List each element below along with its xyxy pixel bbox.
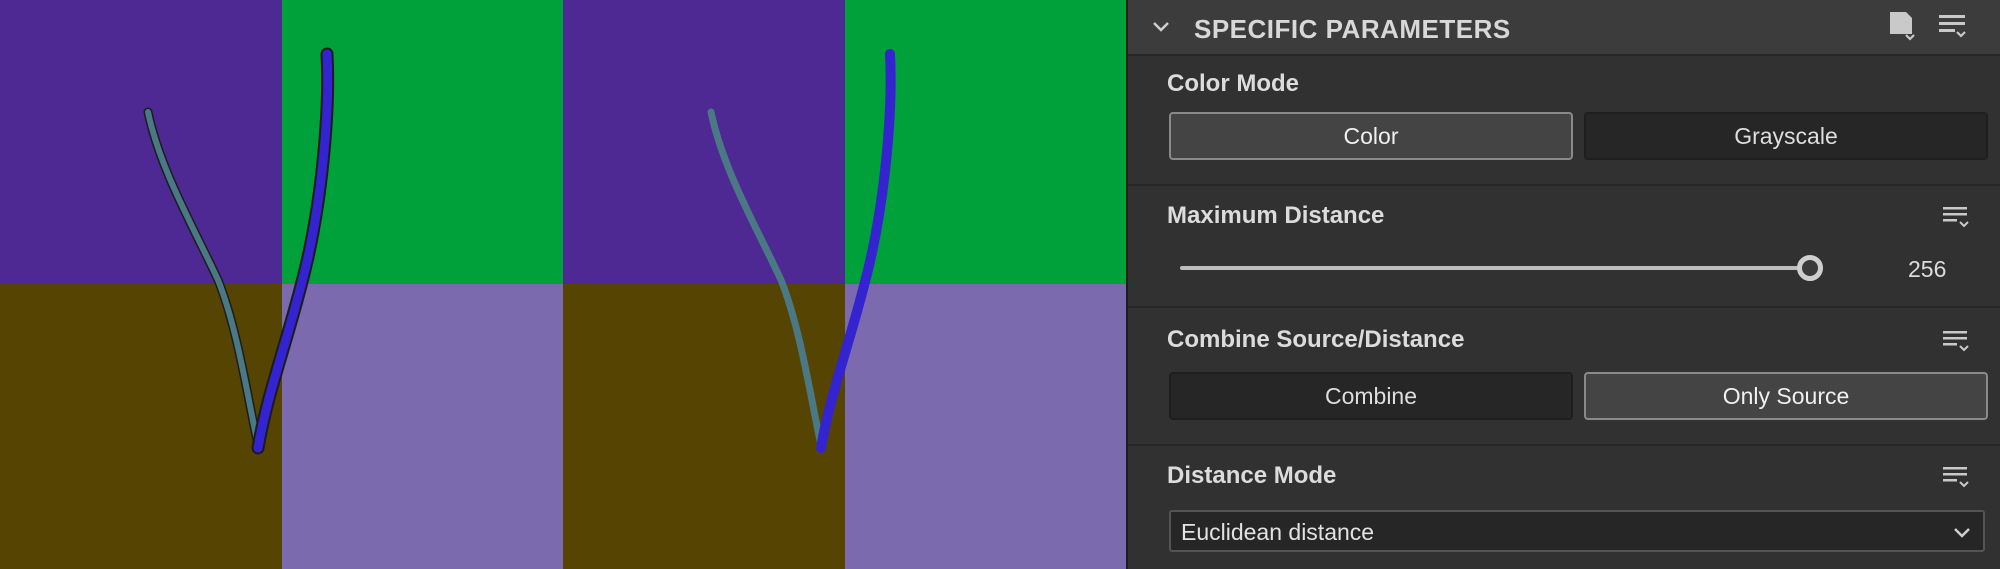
section-combine: Combine Source/Distance Combine Only Sou… [1128, 308, 2000, 446]
color-mode-color-button[interactable]: Color [1169, 112, 1573, 160]
chevron-down-icon[interactable] [1150, 16, 1172, 38]
stroke-blue [253, 49, 333, 453]
color-mode-grayscale-button[interactable]: Grayscale [1584, 112, 1988, 160]
panel-header[interactable]: SPECIFIC PARAMETERS [1128, 0, 2000, 56]
combine-label: Combine Source/Distance [1167, 326, 1465, 353]
color-mode-label: Color Mode [1167, 70, 1299, 97]
panel-title: SPECIFIC PARAMETERS [1194, 14, 1511, 44]
maximum-distance-label: Maximum Distance [1167, 202, 1385, 229]
section-maximum-distance: Maximum Distance [1128, 186, 2000, 308]
document-preset-icon[interactable] [1884, 8, 1920, 44]
stroke-blue [816, 49, 896, 453]
maximum-distance-slider-track[interactable] [1180, 266, 1800, 270]
strokes-right [707, 49, 896, 453]
parameters-panel: SPECIFIC PARAMETERS Color Mode Color Gra… [1128, 0, 2000, 569]
list-menu-icon[interactable] [1935, 8, 1971, 44]
maximum-distance-value[interactable]: 256 [1908, 256, 1978, 283]
list-menu-icon[interactable] [1940, 200, 1974, 234]
app-root: SPECIFIC PARAMETERS Color Mode Color Gra… [0, 0, 2000, 569]
preview-left [0, 0, 563, 569]
list-menu-icon[interactable] [1940, 460, 1974, 494]
distance-mode-value: Euclidean distance [1181, 519, 1375, 545]
stroke-teal [707, 108, 825, 449]
list-menu-icon[interactable] [1940, 324, 1974, 358]
section-color-mode: Color Mode Color Grayscale [1128, 56, 2000, 186]
strokes-left [143, 47, 335, 455]
chevron-down-icon [1954, 528, 1970, 538]
distance-mode-label: Distance Mode [1167, 462, 1337, 489]
distance-mode-select[interactable]: Euclidean distance [1169, 510, 1985, 552]
maximum-distance-slider-handle[interactable] [1797, 255, 1823, 281]
stroke-teal [145, 109, 261, 448]
only-source-button[interactable]: Only Source [1584, 372, 1988, 420]
combine-button[interactable]: Combine [1169, 372, 1573, 420]
preview-right [563, 0, 1126, 569]
